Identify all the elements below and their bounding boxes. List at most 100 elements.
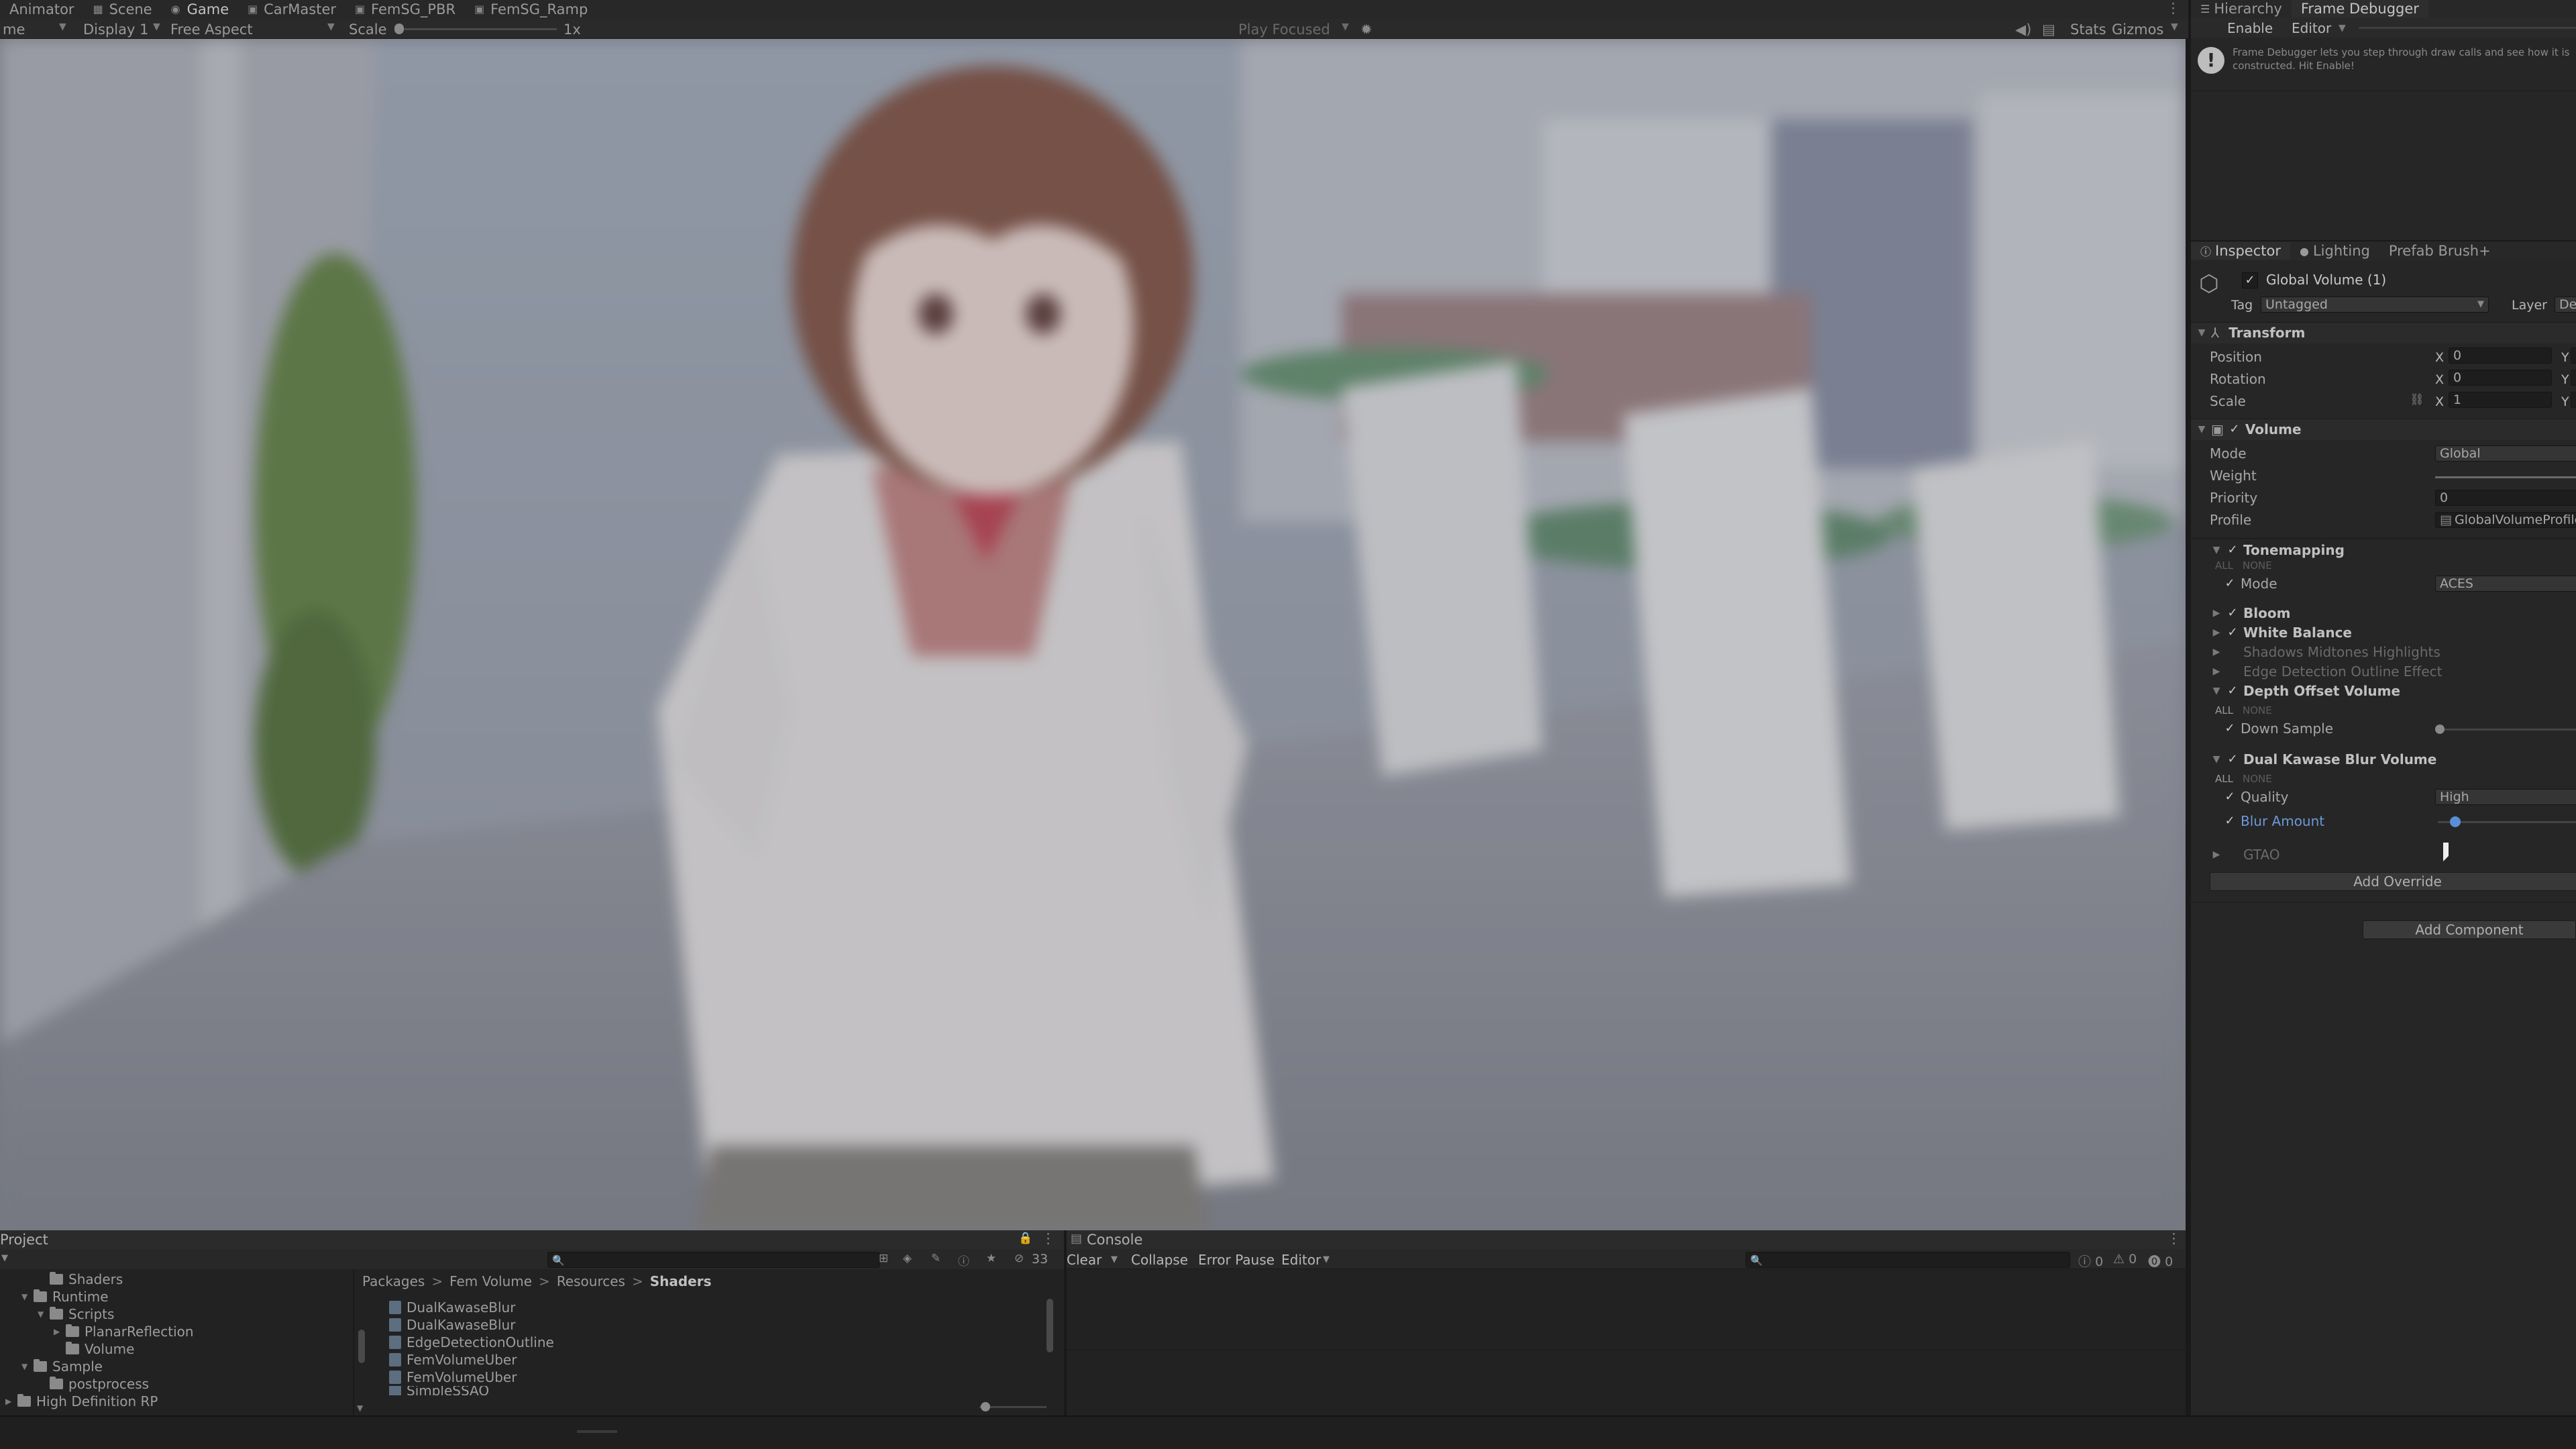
breadcrumb-item[interactable]: Resources [557, 1273, 625, 1289]
fold-arrow-icon[interactable]: ▼ [21, 1362, 34, 1371]
volume-enabled-checkbox[interactable]: ✓ [2228, 423, 2241, 436]
priority-field[interactable]: 0 [2435, 490, 2576, 506]
gtao-checkbox[interactable] [2226, 848, 2239, 861]
link-icon[interactable]: ⛓ [2410, 393, 2424, 407]
edge-checkbox[interactable] [2226, 665, 2239, 678]
project-search-input[interactable]: 🔍 [547, 1252, 880, 1268]
blur-amount-checkbox[interactable]: ✓ [2223, 814, 2237, 828]
rotation-x-field[interactable]: 0 [2449, 370, 2552, 386]
aspect-dropdown[interactable]: Free Aspect [170, 21, 253, 38]
star-icon[interactable]: ★ [986, 1252, 996, 1265]
tree-item[interactable]: ▼ Sample [21, 1358, 103, 1375]
tree-item[interactable]: Volume [54, 1340, 134, 1358]
error-pause-button[interactable]: Error Pause [1198, 1252, 1275, 1268]
breadcrumb-item[interactable]: Shaders [650, 1273, 712, 1289]
frame-slider[interactable] [2359, 27, 2576, 29]
add-component-button[interactable]: Add Component [2363, 920, 2576, 939]
position-y-field[interactable]: 0 [2571, 347, 2576, 364]
breadcrumb-item[interactable]: Fem Volume [449, 1273, 532, 1289]
down-sample-slider[interactable] [2438, 729, 2576, 731]
none-button[interactable]: NONE [2243, 559, 2272, 572]
volume-mode-dropdown[interactable]: Global [2435, 445, 2576, 462]
tab-carmaster[interactable]: ▣ CarMaster [238, 0, 345, 19]
blur-amount-slider-handle[interactable] [2449, 816, 2461, 827]
fold-arrow-icon[interactable]: ▼ [2195, 424, 2208, 435]
fold-arrow-icon[interactable]: ▶ [54, 1327, 66, 1336]
error-log-toggle[interactable]: ⓿ 0 [2148, 1252, 2173, 1270]
warning-log-toggle[interactable]: ⚠ 0 [2113, 1252, 2137, 1267]
file-item[interactable]: DualKawaseBlur [389, 1316, 515, 1334]
tonemapping-header[interactable]: ▼ ✓ Tonemapping [2210, 539, 2576, 561]
white-balance-header[interactable]: ▶ ✓ White Balance [2210, 622, 2576, 643]
tree-item[interactable]: Shaders [38, 1271, 123, 1288]
fold-arrow-icon[interactable]: ▶ [2210, 849, 2223, 860]
fold-arrow-icon[interactable]: ▼ [21, 1292, 34, 1301]
tab-hierarchy[interactable]: ☰ Hierarchy [2191, 0, 2292, 17]
tab-prefab-brush[interactable]: Prefab Brush+ [2379, 242, 2500, 260]
scale-y-field[interactable]: 1 [2571, 392, 2576, 408]
fold-arrow-icon[interactable]: ▶ [2210, 608, 2223, 619]
rotation-y-field[interactable]: 0 [2571, 370, 2576, 386]
tab-femsg-ramp[interactable]: ▣ FemSG_Ramp [465, 0, 597, 19]
clear-button[interactable]: Clear [1067, 1252, 1102, 1268]
fold-arrow-icon[interactable]: ▼ [2210, 545, 2223, 555]
console-search-input[interactable]: 🔍 [1746, 1252, 2070, 1268]
info-circle-icon[interactable]: ⓘ [958, 1252, 969, 1269]
editor-dropdown[interactable]: Editor [1281, 1252, 1321, 1268]
tab-animator[interactable]: Animator [0, 0, 84, 19]
fold-arrow-icon[interactable]: ▶ [2210, 666, 2223, 677]
white-balance-checkbox[interactable]: ✓ [2226, 626, 2239, 639]
kebab-menu-icon[interactable]: ⋮ [2166, 0, 2180, 16]
bug-icon[interactable]: ✹ [1360, 21, 1373, 38]
search-by-label-icon[interactable]: ◈ [903, 1252, 912, 1265]
search-by-type-icon[interactable]: ⊞ [879, 1252, 888, 1265]
bloom-header[interactable]: ▶ ✓ Bloom [2210, 602, 2576, 624]
fold-arrow-icon[interactable]: ▼ [2195, 327, 2208, 338]
file-item[interactable]: FemVolumeUber [389, 1368, 517, 1386]
gtao-header[interactable]: ▶ GTAO [2210, 844, 2576, 865]
audio-icon[interactable]: ◀) [2015, 21, 2031, 38]
tree-item[interactable]: postprocess [38, 1375, 149, 1393]
scale-slider-track[interactable] [396, 28, 557, 30]
shadows-header[interactable]: ▶ Shadows Midtones Highlights [2210, 641, 2576, 663]
create-dropdown[interactable]: ▼ [1, 1253, 8, 1263]
enable-button[interactable]: Enable [2227, 20, 2273, 36]
fold-arrow-icon[interactable]: ▶ [5, 1397, 17, 1406]
tonemapping-checkbox[interactable]: ✓ [2226, 543, 2239, 557]
file-item[interactable]: DualKawaseBlur [389, 1299, 515, 1316]
tree-item[interactable]: ▼ Runtime [21, 1288, 109, 1305]
info-log-toggle[interactable]: ⓘ 0 [2078, 1252, 2103, 1270]
bloom-checkbox[interactable]: ✓ [2226, 606, 2239, 620]
position-x-field[interactable]: 0 [2449, 347, 2552, 364]
kebab-menu-icon[interactable]: ⋮ [1041, 1230, 1055, 1246]
tree-item[interactable]: ▼ Scripts [38, 1305, 114, 1323]
layer-dropdown[interactable]: De [2555, 297, 2576, 313]
shadows-checkbox[interactable] [2226, 645, 2239, 659]
profile-field[interactable]: ▤ GlobalVolumeProfile [2435, 512, 2576, 528]
fold-arrow-icon[interactable]: ▼ [2210, 754, 2223, 765]
tab-game[interactable]: ◉ Game [162, 0, 239, 19]
icon-size-slider-handle[interactable] [981, 1402, 990, 1411]
kebab-menu-icon[interactable]: ⋮ [2167, 1230, 2181, 1246]
stats-button[interactable]: Stats [2070, 21, 2106, 38]
tree-scrollbar[interactable] [358, 1330, 365, 1363]
tree-item[interactable]: ▶ High Definition RP [5, 1393, 158, 1410]
down-sample-checkbox[interactable]: ✓ [2223, 722, 2237, 735]
play-mode-dropdown[interactable]: Play Focused [1238, 21, 1330, 38]
quality-checkbox[interactable]: ✓ [2223, 790, 2237, 804]
edge-header[interactable]: ▶ Edge Detection Outline Effect [2210, 661, 2576, 682]
down-sample-slider-handle[interactable] [2435, 724, 2445, 734]
fold-arrow-icon[interactable]: ▶ [2210, 647, 2223, 657]
hidden-packages-icon[interactable]: ⊘ [1014, 1252, 1024, 1265]
display-dropdown[interactable]: Display 1 [83, 21, 148, 38]
dual-kawase-header[interactable]: ▼ ✓ Dual Kawase Blur Volume [2210, 749, 2576, 770]
tab-scene[interactable]: ▦ Scene [84, 0, 162, 19]
tab-console[interactable]: Console [1087, 1232, 1142, 1248]
gameobject-name-field[interactable]: Global Volume (1) [2262, 272, 2576, 288]
quality-dropdown[interactable]: High [2435, 789, 2576, 805]
breadcrumb-item[interactable]: Packages [362, 1273, 425, 1289]
dual-kawase-checkbox[interactable]: ✓ [2226, 753, 2239, 766]
tag-dropdown[interactable]: Untagged ▼ [2261, 297, 2489, 313]
game-viewport[interactable] [0, 39, 2186, 1230]
files-scrollbar[interactable] [1046, 1299, 1053, 1352]
